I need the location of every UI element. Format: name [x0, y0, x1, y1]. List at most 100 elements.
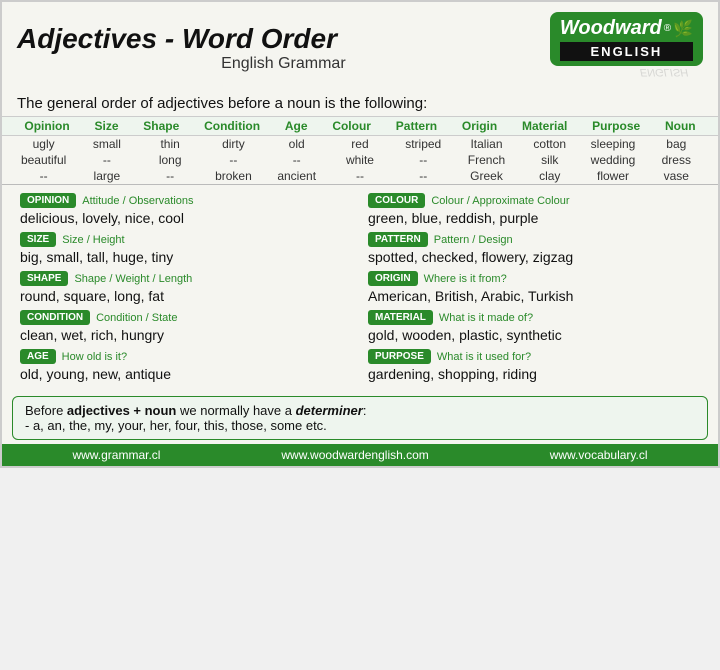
- cat-subtext-colour: Colour / Approximate Colour: [431, 195, 569, 207]
- category-item-colour: COLOUR Colour / Approximate Colour green, …: [360, 191, 708, 230]
- cat-badge-shape: SHAPE: [20, 271, 68, 286]
- cat-examples-shape: round, square, long, fat: [20, 288, 352, 304]
- cat-badge-purpose: PURPOSE: [368, 349, 431, 364]
- table-cell: silk: [522, 152, 577, 168]
- table-cell: --: [332, 168, 387, 184]
- category-item-material: MATERIALWhat is it made of?gold, wooden,…: [360, 308, 708, 347]
- cat-badge-size: SIZE: [20, 232, 56, 247]
- table-cell: bag: [649, 136, 704, 152]
- category-item-condition: CONDITIONCondition / State clean, wet, ri…: [12, 308, 360, 347]
- order-col-material: Material: [522, 119, 567, 133]
- cat-header-purpose: PURPOSEWhat is it used for?: [368, 349, 700, 364]
- category-item-purpose: PURPOSEWhat is it used for? gardening, sh…: [360, 347, 708, 386]
- order-col-shape: Shape: [143, 119, 179, 133]
- categories-grid: OPINION Attitude / Observations delicious,…: [2, 184, 718, 392]
- order-col-origin: Origin: [462, 119, 497, 133]
- table-cell: --: [396, 152, 451, 168]
- cat-examples-pattern: spotted, checked, flowery, zigzag: [368, 249, 700, 265]
- table-cell: Italian: [459, 136, 514, 152]
- table-cell: broken: [206, 168, 261, 184]
- cat-header-age: AGEHow old is it?: [20, 349, 352, 364]
- cat-header-shape: SHAPEShape / Weight / Length: [20, 271, 352, 286]
- category-item-origin: ORIGIN Where is it from? American, British…: [360, 269, 708, 308]
- footer-link-0[interactable]: www.grammar.cl: [72, 448, 160, 462]
- cat-examples-age: old, young, new, antique: [20, 366, 352, 382]
- cat-subtext-origin: Where is it from?: [424, 273, 507, 285]
- table-cell: cotton: [522, 136, 577, 152]
- order-col-age: Age: [285, 119, 308, 133]
- cat-examples-condition: clean, wet, rich, hungry: [20, 327, 352, 343]
- footer-link-1[interactable]: www.woodwardenglish.com: [281, 448, 428, 462]
- category-item-shape: SHAPEShape / Weight / Length round, squar…: [12, 269, 360, 308]
- logo-leaf-icon: 🌿: [673, 19, 693, 39]
- table-cell: small: [79, 136, 134, 152]
- note-text-before: Before: [25, 403, 67, 418]
- cat-badge-colour: COLOUR: [368, 193, 425, 208]
- cat-badge-condition: CONDITION: [20, 310, 90, 325]
- cat-examples-size: big, small, tall, huge, tiny: [20, 249, 352, 265]
- footer-link-2[interactable]: www.vocabulary.cl: [550, 448, 648, 462]
- logo-english: ENGLISH: [560, 42, 693, 61]
- table-cell: long: [143, 152, 198, 168]
- note-italic1: determiner: [296, 403, 363, 418]
- order-header-row: OpinionSizeShapeConditionAgeColourPatter…: [2, 116, 718, 136]
- order-col-colour: Colour: [332, 119, 371, 133]
- logo-block: Woodward ® 🌿 ENGLISH: [550, 12, 703, 66]
- title-block: Adjectives - Word Order English Grammar: [17, 23, 550, 73]
- table-cell: wedding: [586, 152, 641, 168]
- table-cell: dirty: [206, 136, 261, 152]
- header: Adjectives - Word Order English Grammar …: [2, 2, 718, 89]
- cat-header-opinion: OPINION Attitude / Observations: [20, 193, 352, 208]
- cat-subtext-pattern: Pattern / Design: [434, 234, 513, 246]
- main-container: Adjectives - Word Order English Grammar …: [0, 0, 720, 468]
- footer: www.grammar.cl www.woodwardenglish.com www…: [2, 444, 718, 466]
- cat-examples-purpose: gardening, shopping, riding: [368, 366, 700, 382]
- table-cell: French: [459, 152, 514, 168]
- main-title: Adjectives - Word Order: [17, 23, 550, 55]
- table-cell: beautiful: [16, 152, 71, 168]
- cat-header-origin: ORIGIN Where is it from?: [368, 271, 700, 286]
- cat-examples-origin: American, British, Arabic, Turkish: [368, 288, 700, 304]
- table-cell: vase: [649, 168, 704, 184]
- cat-examples-colour: green, blue, reddish, purple: [368, 210, 700, 226]
- note-text-mid: we normally have a: [176, 403, 295, 418]
- sub-title: English Grammar: [17, 55, 550, 73]
- table-cell: --: [143, 168, 198, 184]
- note-line2: - a, an, the, my, your, her, four, this,…: [25, 418, 327, 433]
- table-cell: red: [332, 136, 387, 152]
- table-cell: striped: [396, 136, 451, 152]
- table-cell: flower: [586, 168, 641, 184]
- cat-header-colour: COLOUR Colour / Approximate Colour: [368, 193, 700, 208]
- bottom-note: Before adjectives + noun we normally hav…: [12, 396, 708, 440]
- table-cell: --: [79, 152, 134, 168]
- note-colon: :: [363, 403, 367, 418]
- category-item-size: SIZESize / Heightbig, small, tall, huge,…: [12, 230, 360, 269]
- order-col-purpose: Purpose: [592, 119, 640, 133]
- logo-registered: ®: [664, 23, 671, 34]
- table-cell: thin: [143, 136, 198, 152]
- order-col-noun: Noun: [665, 119, 696, 133]
- cat-examples-material: gold, wooden, plastic, synthetic: [368, 327, 700, 343]
- reflection: ENGLISH: [640, 66, 703, 84]
- table-cell: --: [396, 168, 451, 184]
- order-col-pattern: Pattern: [396, 119, 437, 133]
- table-cell: --: [16, 168, 71, 184]
- table-cell: large: [79, 168, 134, 184]
- cat-header-condition: CONDITIONCondition / State: [20, 310, 352, 325]
- table-row-1: beautiful--long----white--Frenchsilkwedd…: [12, 152, 708, 168]
- table-cell: ugly: [16, 136, 71, 152]
- order-sentence: The general order of adjectives before a…: [2, 89, 718, 116]
- table-cell: clay: [522, 168, 577, 184]
- cat-subtext-age: How old is it?: [62, 351, 127, 363]
- cat-badge-origin: ORIGIN: [368, 271, 418, 286]
- table-cell: sleeping: [586, 136, 641, 152]
- table-cell: old: [269, 136, 324, 152]
- table-cell: --: [269, 152, 324, 168]
- cat-badge-opinion: OPINION: [20, 193, 76, 208]
- order-col-opinion: Opinion: [24, 119, 69, 133]
- cat-badge-material: MATERIAL: [368, 310, 433, 325]
- table-cell: dress: [649, 152, 704, 168]
- cat-examples-opinion: delicious, lovely, nice, cool: [20, 210, 352, 226]
- category-item-opinion: OPINION Attitude / Observations delicious,…: [12, 191, 360, 230]
- cat-subtext-opinion: Attitude / Observations: [82, 195, 193, 207]
